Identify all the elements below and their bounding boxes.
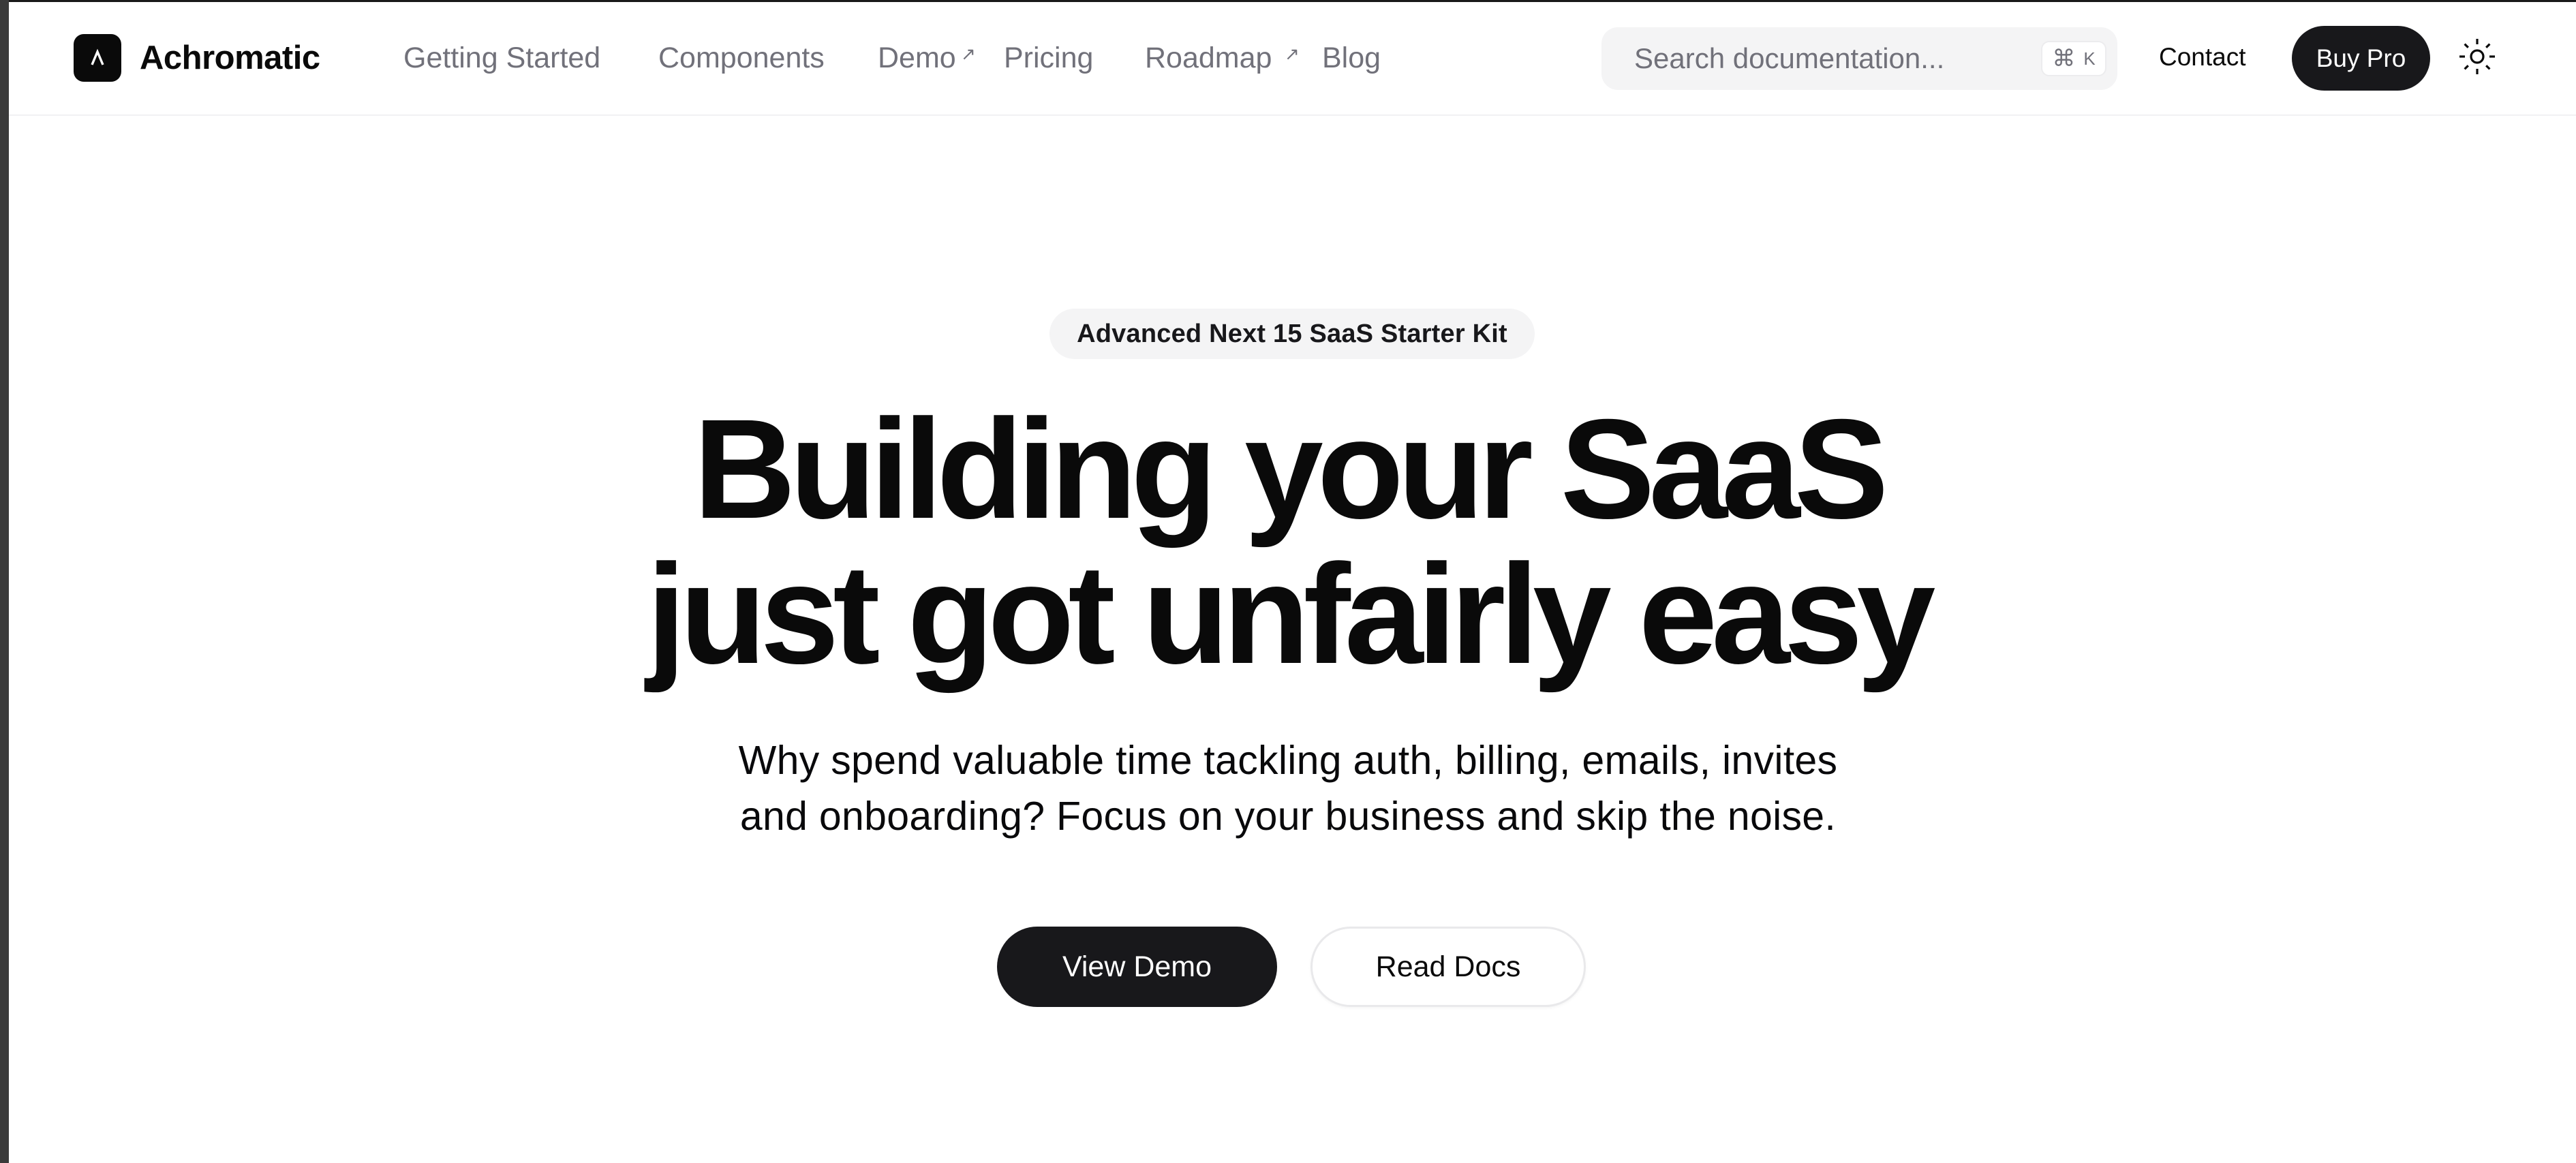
hero-title-line-1: Building your SaaS <box>693 390 1889 548</box>
brand-name[interactable]: Achromatic <box>140 37 320 78</box>
hero-subtitle-line-2: and onboarding? Focus on your business a… <box>739 794 1837 839</box>
hero-badge: Advanced Next 15 SaaS Starter Kit <box>1049 309 1535 359</box>
nav-blog[interactable]: Blog <box>1322 37 1381 78</box>
hero-title-line-2: just got unfairly easy <box>646 536 1936 694</box>
nav-getting-started[interactable]: Getting Started <box>403 37 600 78</box>
nav-label: Roadmap <box>1145 42 1272 74</box>
nav-components[interactable]: Components <box>658 37 825 78</box>
shortcut-key: K <box>2083 48 2096 69</box>
nav-label: Pricing <box>1004 42 1094 74</box>
nav-roadmap[interactable]: Roadmap ↗ <box>1145 37 1300 78</box>
external-link-icon: ↗ <box>961 44 976 64</box>
nav-pricing[interactable]: Pricing <box>1004 37 1093 78</box>
nav-label: Components <box>658 42 825 74</box>
nav-demo[interactable]: Demo ↗ <box>878 37 976 78</box>
search-shortcut-badge: ⌘ K <box>2041 41 2106 76</box>
search-input[interactable]: Search documentation... ⌘ K <box>1601 27 2117 90</box>
theme-toggle-button[interactable] <box>2457 36 2498 77</box>
buy-pro-button[interactable]: Buy Pro <box>2292 26 2430 91</box>
view-demo-button[interactable]: View Demo <box>997 927 1277 1007</box>
logo[interactable] <box>74 34 121 82</box>
command-key-icon: ⌘ <box>2052 46 2076 72</box>
nav-label: Demo <box>878 42 956 74</box>
hero-subtitle-line-1: Why spend valuable time tackling auth, b… <box>738 738 1838 783</box>
sun-icon <box>2459 39 2495 74</box>
search-placeholder: Search documentation... <box>1634 42 1945 74</box>
read-docs-button[interactable]: Read Docs <box>1310 927 1586 1007</box>
external-link-icon: ↗ <box>1285 44 1300 64</box>
nav-label: Blog <box>1322 42 1381 74</box>
site-header: Achromatic Getting Started Components De… <box>9 2 2576 116</box>
contact-link[interactable]: Contact <box>2159 40 2246 75</box>
caret-up-logo-icon <box>91 48 104 65</box>
nav-label: Getting Started <box>403 42 601 74</box>
